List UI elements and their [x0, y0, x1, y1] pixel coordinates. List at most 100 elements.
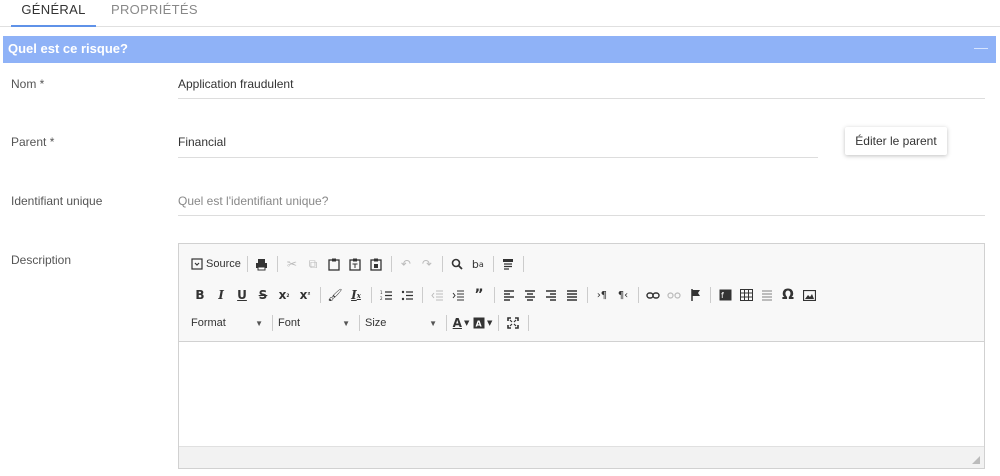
toolbar-row-1: Source ✂ ⧉ ↶ ↷ ba [191, 253, 529, 275]
align-center-icon[interactable] [521, 285, 539, 305]
edit-parent-button[interactable]: Éditer le parent [845, 127, 947, 155]
svg-text:A: A [476, 320, 483, 329]
parent-underline [178, 157, 818, 158]
underline-icon[interactable]: U [233, 285, 251, 305]
special-char-icon[interactable]: Ω [779, 285, 797, 305]
font-label: Font [278, 317, 301, 329]
paste-icon[interactable] [325, 254, 343, 274]
bold-icon[interactable]: B [191, 285, 209, 305]
toolbar-row-3: Format ▼ Font ▼ Size ▼ A ▼ A ▼ [191, 312, 534, 334]
paste-text-icon[interactable] [346, 254, 364, 274]
undo-icon[interactable]: ↶ [397, 254, 415, 274]
print-icon[interactable] [253, 254, 271, 274]
chevron-down-icon: ▼ [255, 318, 263, 328]
resize-handle-icon[interactable] [972, 456, 980, 464]
paste-word-icon[interactable] [367, 254, 385, 274]
section-title: Quel est ce risque? [8, 41, 128, 56]
svg-text:2: 2 [380, 296, 383, 301]
toolbar-separator [528, 315, 530, 331]
align-left-icon[interactable] [500, 285, 518, 305]
rich-text-editor: Source ✂ ⧉ ↶ ↷ ba B I U S x₂ x ² 🖌 I x 1… [178, 243, 985, 469]
italic-icon[interactable]: I [212, 285, 230, 305]
toolbar-separator [359, 315, 360, 331]
tab-bar: GÉNÉRAL PROPRIÉTÉS [0, 0, 1000, 27]
name-field[interactable]: Application fraudulent [178, 77, 293, 91]
align-right-icon[interactable] [542, 285, 560, 305]
outdent-icon[interactable] [428, 285, 446, 305]
strike-icon[interactable]: S [254, 285, 272, 305]
size-combo[interactable]: Size ▼ [365, 313, 443, 333]
size-label: Size [365, 317, 387, 329]
anchor-icon[interactable] [686, 285, 704, 305]
toolbar-separator [587, 287, 588, 303]
toolbar-separator [638, 287, 639, 303]
horizontal-line-icon[interactable] [758, 285, 776, 305]
name-label: Nom * [11, 77, 45, 91]
flash-icon[interactable]: f [716, 285, 734, 305]
source-label: Source [206, 258, 241, 270]
toolbar-separator [492, 256, 494, 272]
redo-icon[interactable]: ↷ [418, 254, 436, 274]
chevron-down-icon: ▼ [429, 318, 437, 328]
ltr-icon[interactable]: ›¶ [593, 285, 611, 305]
superscript-icon[interactable]: x² [296, 285, 314, 305]
tab-properties[interactable]: PROPRIÉTÉS [111, 0, 198, 27]
name-underline [178, 98, 985, 99]
toolbar-separator [494, 287, 495, 303]
font-combo[interactable]: Font ▼ [278, 313, 356, 333]
numbered-list-icon[interactable]: 12 [377, 285, 395, 305]
format-combo[interactable]: Format ▼ [191, 313, 269, 333]
bulleted-list-icon[interactable] [398, 285, 416, 305]
toolbar-separator [446, 315, 447, 331]
editor-toolbar: Source ✂ ⧉ ↶ ↷ ba B I U S x₂ x ² 🖌 I x 1… [179, 244, 984, 342]
svg-text:1: 1 [380, 290, 383, 295]
tab-general[interactable]: GÉNÉRAL [11, 0, 96, 27]
editor-statusbar [179, 446, 984, 468]
maximize-icon[interactable] [504, 313, 522, 333]
toolbar-separator [246, 256, 248, 272]
source-icon [191, 258, 203, 270]
toolbar-separator [320, 287, 321, 303]
parent-field[interactable]: Financial [178, 135, 226, 149]
text-color-icon[interactable]: A ▼ [452, 313, 470, 333]
unique-id-underline [178, 215, 985, 216]
blockquote-icon[interactable]: ” [470, 285, 488, 305]
unlink-icon[interactable] [665, 285, 683, 305]
toolbar-separator [422, 287, 423, 303]
remove-format-icon[interactable]: Ix [347, 285, 365, 305]
copy-format-icon[interactable]: 🖌 [326, 285, 344, 305]
collapse-icon[interactable]: — [974, 39, 988, 55]
parent-label: Parent * [11, 135, 55, 149]
bg-color-icon[interactable]: A ▼ [473, 313, 492, 333]
toolbar-separator [371, 287, 372, 303]
toolbar-separator [498, 315, 500, 331]
justify-icon[interactable] [563, 285, 581, 305]
toolbar-separator [522, 256, 524, 272]
table-icon[interactable] [737, 285, 755, 305]
subscript-icon[interactable]: x₂ [275, 285, 293, 305]
find-icon[interactable] [448, 254, 466, 274]
copy-icon[interactable]: ⧉ [304, 254, 322, 274]
toolbar-separator [272, 315, 273, 331]
toolbar-row-2: B I U S x₂ x² 🖌 Ix 12 ” ›¶ ¶‹ f Ω [191, 284, 821, 306]
indent-icon[interactable] [449, 285, 467, 305]
replace-icon[interactable]: ba [469, 254, 487, 274]
unique-id-input[interactable]: Quel est l'identifiant unique? [178, 194, 328, 208]
toolbar-separator [710, 287, 711, 303]
rtl-icon[interactable]: ¶‹ [614, 285, 632, 305]
editor-content[interactable] [179, 342, 984, 446]
source-button[interactable]: Source [191, 254, 241, 274]
description-label: Description [11, 253, 72, 267]
format-label: Format [191, 317, 226, 329]
svg-text:f: f [721, 291, 724, 300]
cut-icon[interactable]: ✂ [283, 254, 301, 274]
toolbar-separator [390, 256, 392, 272]
section-header[interactable]: Quel est ce risque? — [3, 36, 996, 63]
unique-id-label: Identifiant unique [11, 194, 103, 208]
toolbar-separator [441, 256, 443, 272]
chevron-down-icon: ▼ [342, 318, 350, 328]
image-icon[interactable] [800, 285, 818, 305]
toolbar-separator [276, 256, 278, 272]
spellcheck-icon[interactable] [499, 254, 517, 274]
link-icon[interactable] [644, 285, 662, 305]
